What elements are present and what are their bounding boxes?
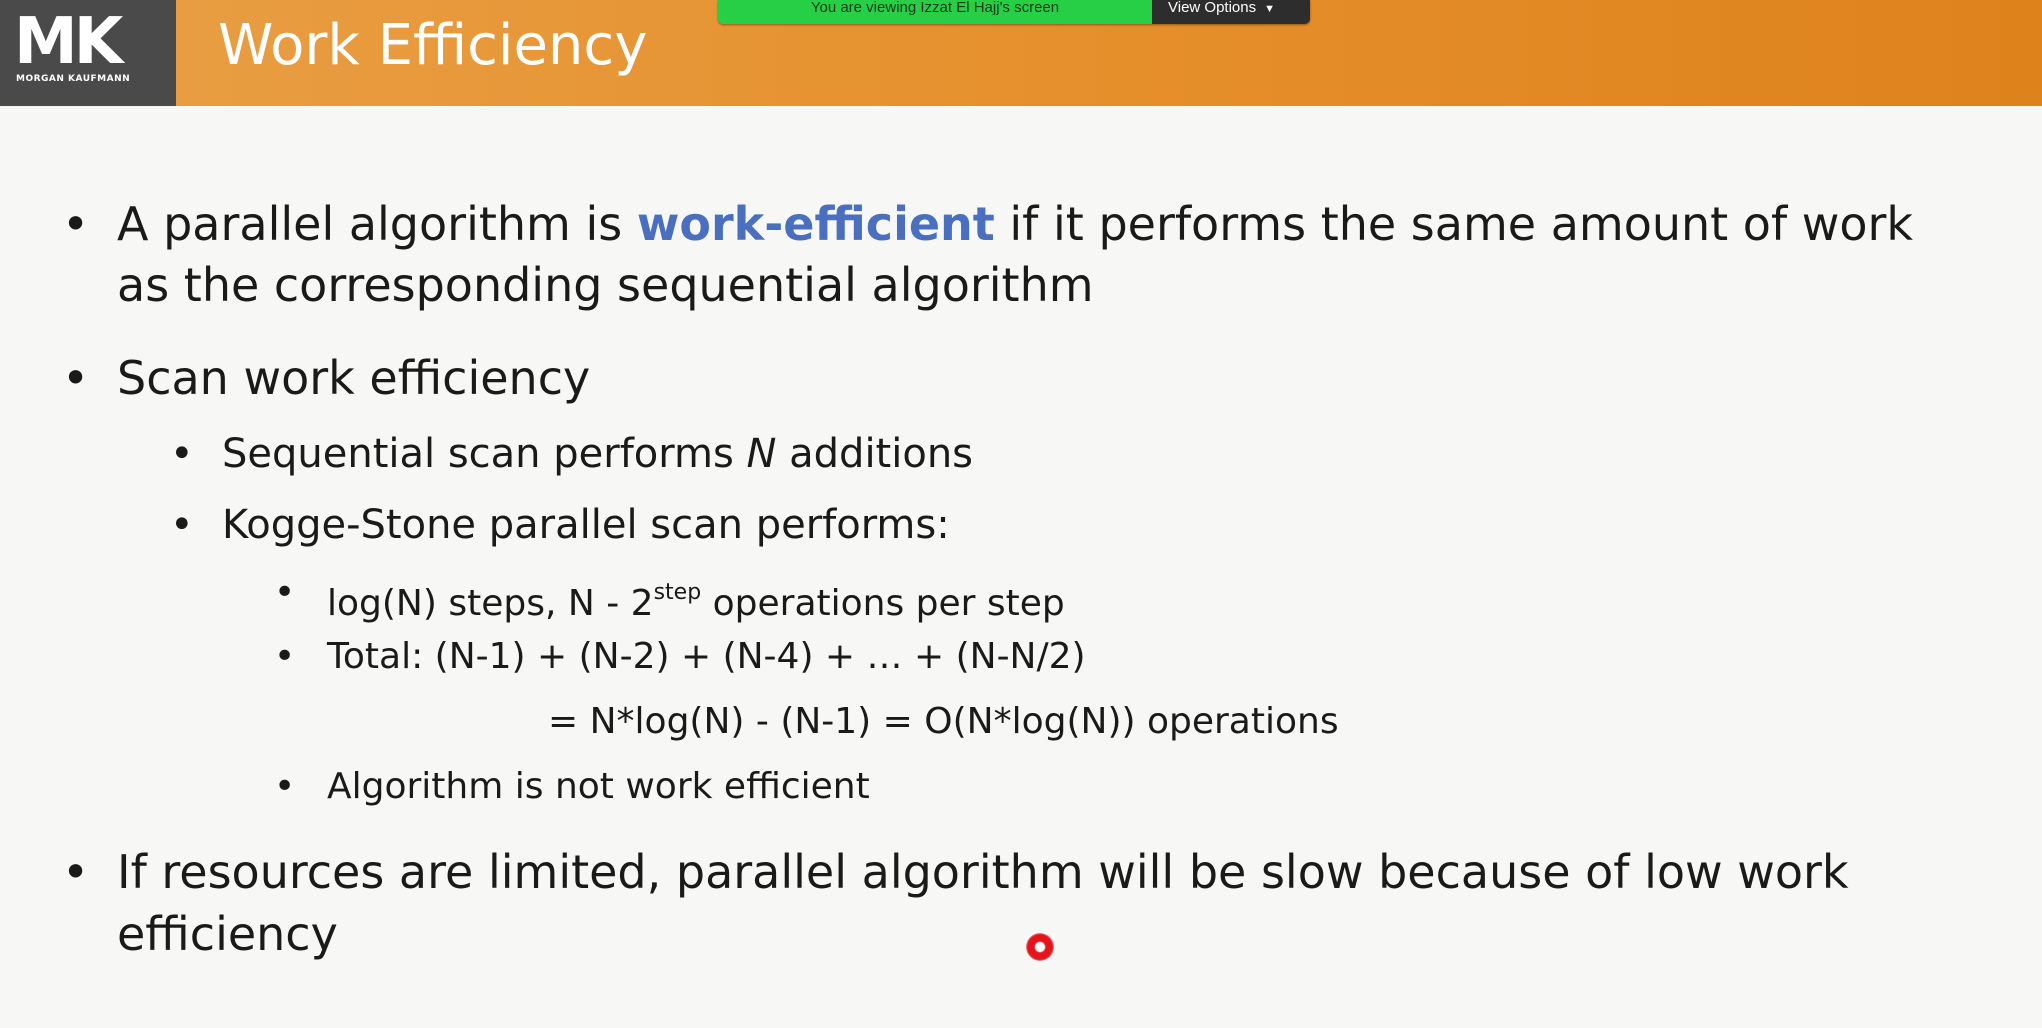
- bullet-work-efficient-line2: as the corresponding sequential algorith…: [117, 258, 1094, 312]
- bullet-glyph: •: [274, 636, 296, 677]
- bullet-text-pre: A parallel algorithm is: [117, 197, 637, 251]
- var-n: N: [746, 431, 777, 477]
- bullet-text-post: if it performs the same amount of work: [994, 197, 1914, 251]
- bullet-total: Total: (N-1) + (N-2) + (N-4) + … + (N-N/…: [327, 636, 1086, 677]
- bullet-limited-resources-line2: efficiency: [117, 907, 338, 961]
- bullet-work-efficient: A parallel algorithm is work-efficient i…: [117, 194, 1913, 254]
- bullet-glyph: •: [170, 431, 194, 477]
- bullet-glyph: •: [62, 197, 90, 251]
- bullet-scan-work-efficiency: Scan work efficiency: [117, 351, 591, 405]
- bullet-total-result: = N*log(N) - (N-1) = O(N*log(N)) operati…: [548, 701, 1339, 742]
- bullet-text-post: operations per step: [701, 583, 1065, 624]
- slide-body: • A parallel algorithm is work-efficient…: [0, 0, 2042, 1028]
- bullet-kogge-stone: Kogge-Stone parallel scan performs:: [222, 502, 950, 548]
- bullet-text-pre: Sequential scan performs: [222, 431, 747, 477]
- bullet-glyph: •: [62, 845, 90, 899]
- term-work-efficient: work-efficient: [636, 197, 995, 251]
- bullet-not-work-efficient: Algorithm is not work efficient: [327, 766, 870, 807]
- bullet-sequential-scan: Sequential scan performs N additions: [222, 428, 973, 480]
- bullet-glyph: •: [274, 572, 296, 613]
- bullet-glyph: •: [170, 502, 194, 548]
- superscript-step: step: [653, 580, 702, 605]
- bullet-glyph: •: [62, 351, 90, 405]
- laser-pointer-icon: [1026, 933, 1054, 961]
- bullet-text-post: additions: [776, 431, 974, 477]
- bullet-limited-resources: If resources are limited, parallel algor…: [117, 845, 1849, 899]
- bullet-log-steps: log(N) steps, N - 2step operations per s…: [327, 569, 1065, 628]
- bullet-text-pre: log(N) steps, N - 2: [327, 583, 654, 624]
- bullet-glyph: •: [274, 766, 296, 807]
